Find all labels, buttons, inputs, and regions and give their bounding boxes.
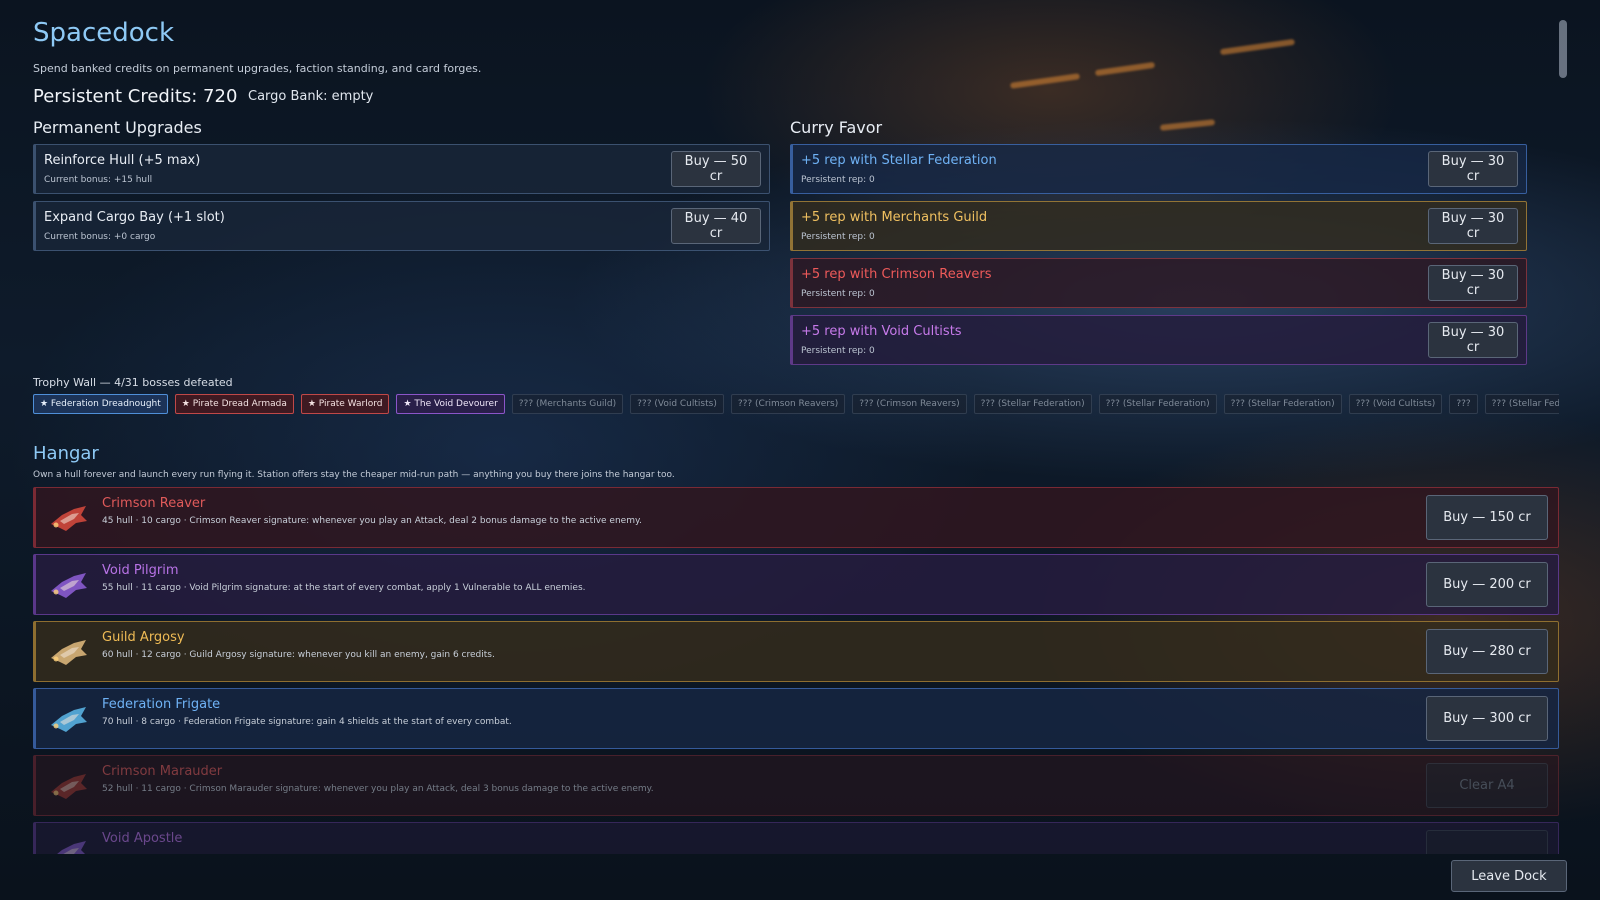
favor-rep: Persistent rep: 0: [801, 175, 875, 185]
ship-buy-button[interactable]: Buy — 300 cr: [1426, 696, 1548, 741]
ship-row: Crimson Reaver 45 hull · 10 cargo · Crims…: [33, 487, 1559, 548]
favor-heading: Curry Favor: [790, 118, 883, 137]
ship-name: Void Pilgrim: [102, 563, 179, 578]
trophy-locked: ??? (Stellar Federation): [1484, 394, 1559, 414]
trophy-earned: ★ Federation Dreadnought: [33, 394, 168, 414]
ship-icon: [51, 506, 87, 531]
ship-row: Void Apostle: [33, 822, 1559, 854]
favor-buy-button[interactable]: Buy — 30 cr: [1428, 208, 1518, 244]
ship-row: Federation Frigate 70 hull · 8 cargo · Fe…: [33, 688, 1559, 749]
favor-row: +5 rep with Stellar Federation Persistent…: [790, 144, 1527, 194]
ship-locked-button: Clear A4: [1426, 763, 1548, 808]
ship-name: Crimson Reaver: [102, 496, 206, 511]
ship-name: Void Apostle: [102, 831, 183, 846]
favor-rep: Persistent rep: 0: [801, 232, 875, 242]
trophy-wall: ★ Federation Dreadnought ★ Pirate Dread A…: [33, 394, 1559, 414]
ship-description: 45 hull · 10 cargo · Crimson Reaver sign…: [102, 516, 642, 526]
favor-buy-button[interactable]: Buy — 30 cr: [1428, 322, 1518, 358]
upgrade-name: Expand Cargo Bay (+1 slot): [44, 210, 225, 225]
trophy-locked: ??? (Void Cultists): [1348, 394, 1443, 414]
favor-name: +5 rep with Crimson Reavers: [801, 267, 992, 282]
trophy-locked: ??? (Stellar Federation): [1223, 394, 1342, 414]
ship-name: Guild Argosy: [102, 630, 185, 645]
ship-buy-button[interactable]: Buy — 200 cr: [1426, 562, 1548, 607]
favor-buy-button[interactable]: Buy — 30 cr: [1428, 151, 1518, 187]
ship-row: Void Pilgrim 55 hull · 11 cargo · Void Pi…: [33, 554, 1559, 615]
ship-name: Crimson Marauder: [102, 764, 223, 779]
trophy-earned: ★ Pirate Warlord: [300, 394, 390, 414]
page-subtitle: Spend banked credits on permanent upgrad…: [33, 62, 482, 75]
ship-description: 70 hull · 8 cargo · Federation Frigate s…: [102, 717, 512, 727]
trophy-earned: ★ The Void Devourer: [396, 394, 505, 414]
trophy-locked: ??? (Merchants Guild): [511, 394, 624, 414]
ship-icon: [51, 573, 87, 598]
cargo-bank: Cargo Bank: empty: [248, 89, 374, 104]
ship-icon: [51, 774, 87, 799]
favor-name: +5 rep with Merchants Guild: [801, 210, 988, 225]
ship-description: 60 hull · 12 cargo · Guild Argosy signat…: [102, 650, 495, 660]
hangar-heading: Hangar: [33, 443, 99, 464]
upgrades-heading: Permanent Upgrades: [33, 118, 202, 137]
ship-description: 52 hull · 11 cargo · Crimson Marauder si…: [102, 784, 654, 794]
upgrade-buy-button[interactable]: Buy — 50 cr: [671, 151, 761, 187]
spacedock-screen: Spacedock Spend banked credits on perman…: [33, 18, 1559, 854]
upgrade-buy-button[interactable]: Buy — 40 cr: [671, 208, 761, 244]
trophy-locked: ??? (Stellar Federation): [973, 394, 1092, 414]
trophy-locked: ??? (Crimson Reavers): [730, 394, 846, 414]
trophy-locked: ???: [1449, 394, 1478, 414]
upgrade-row: Expand Cargo Bay (+1 slot) Current bonus:…: [33, 201, 770, 251]
upgrade-name: Reinforce Hull (+5 max): [44, 153, 201, 168]
trophy-locked: ??? (Stellar Federation): [1098, 394, 1217, 414]
ship-icon: [57, 841, 86, 854]
favor-row: +5 rep with Merchants Guild Persistent re…: [790, 201, 1527, 251]
ship-row: Crimson Marauder 52 hull · 11 cargo · Cri…: [33, 755, 1559, 816]
upgrade-bonus: Current bonus: +0 cargo: [44, 232, 156, 242]
trophy-locked: ??? (Void Cultists): [630, 394, 724, 414]
trophy-earned: ★ Pirate Dread Armada: [174, 394, 294, 414]
favor-row: +5 rep with Void Cultists Persistent rep:…: [790, 315, 1527, 365]
favor-name: +5 rep with Stellar Federation: [801, 153, 997, 168]
ship-icon: [51, 707, 87, 732]
favor-row: +5 rep with Crimson Reavers Persistent re…: [790, 258, 1527, 308]
trophy-wall-title: Trophy Wall — 4/31 bosses defeated: [33, 376, 233, 389]
scrollbar-thumb[interactable]: [1559, 20, 1567, 78]
ship-buy-button[interactable]: Buy — 150 cr: [1426, 495, 1548, 540]
ship-name: Federation Frigate: [102, 697, 221, 712]
trophy-locked: ??? (Crimson Reavers): [852, 394, 967, 414]
leave-dock-button[interactable]: Leave Dock: [1451, 860, 1567, 892]
favor-buy-button[interactable]: Buy — 30 cr: [1428, 265, 1518, 301]
hangar-subtitle: Own a hull forever and launch every run …: [33, 470, 675, 480]
upgrade-row: Reinforce Hull (+5 max) Current bonus: +1…: [33, 144, 770, 194]
favor-rep: Persistent rep: 0: [801, 289, 875, 299]
ship-buy-button[interactable]: Buy — 280 cr: [1426, 629, 1548, 674]
page-title: Spacedock: [33, 18, 174, 48]
favor-name: +5 rep with Void Cultists: [801, 324, 962, 339]
ship-description: 55 hull · 11 cargo · Void Pilgrim signat…: [102, 583, 586, 593]
ship-row: Guild Argosy 60 hull · 12 cargo · Guild A…: [33, 621, 1559, 682]
favor-rep: Persistent rep: 0: [801, 346, 875, 356]
ship-icon: [51, 640, 87, 665]
persistent-credits: Persistent Credits: 720: [33, 86, 238, 107]
ship-locked-button: [1426, 830, 1548, 854]
upgrade-bonus: Current bonus: +15 hull: [44, 175, 153, 185]
